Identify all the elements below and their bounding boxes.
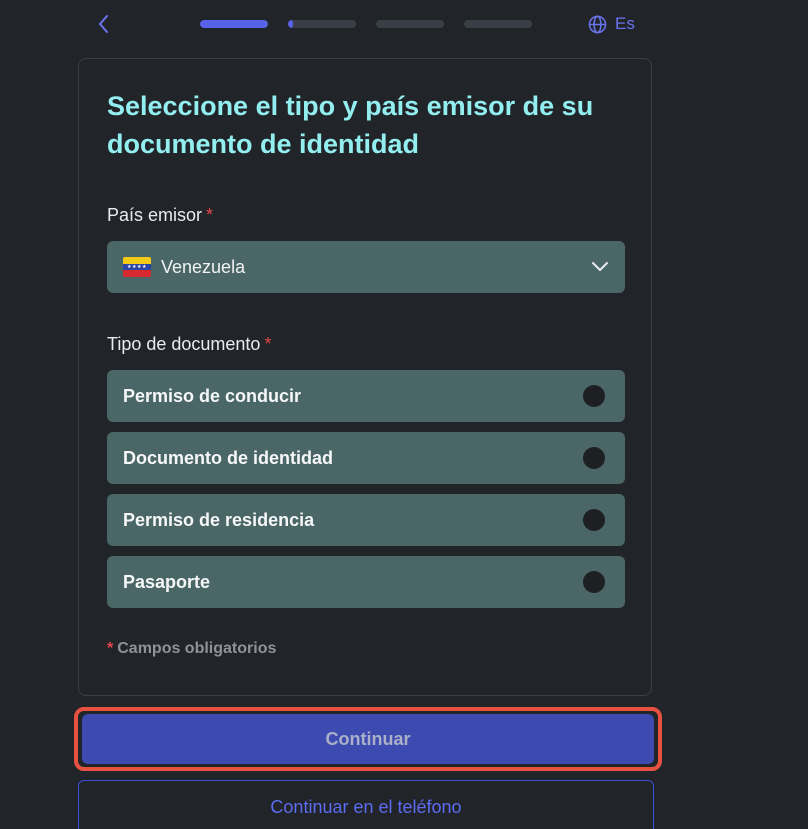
- radio-button[interactable]: [583, 447, 605, 469]
- progress-indicator: [200, 20, 532, 28]
- document-option-drivers-license[interactable]: Permiso de conducir: [107, 370, 625, 422]
- language-label: Es: [615, 14, 635, 33]
- document-option-passport[interactable]: Pasaporte: [107, 556, 625, 608]
- continue-on-phone-button[interactable]: Continuar en el teléfono: [78, 780, 654, 829]
- chevron-down-icon: [592, 262, 608, 271]
- progress-step: [200, 20, 268, 28]
- country-label-text: País emisor: [107, 205, 203, 225]
- venezuela-flag-icon: ★★★★: [123, 257, 151, 277]
- required-asterisk: *: [206, 205, 214, 225]
- option-label: Documento de identidad: [123, 447, 334, 468]
- document-option-identity-card[interactable]: Documento de identidad: [107, 432, 625, 484]
- continue-button[interactable]: Continuar: [82, 714, 654, 764]
- language-selector[interactable]: Es: [588, 12, 635, 36]
- option-label: Permiso de residencia: [123, 509, 315, 530]
- progress-step: [376, 20, 444, 28]
- progress-step: [464, 20, 532, 28]
- document-option-residence-permit[interactable]: Permiso de residencia: [107, 494, 625, 546]
- country-select-value: Venezuela: [161, 256, 246, 277]
- required-note-text: Campos obligatorios: [117, 640, 277, 657]
- identity-document-page: Es Seleccione el tipo y país emisor de s…: [0, 0, 808, 829]
- required-asterisk: *: [107, 640, 114, 657]
- option-label: Pasaporte: [123, 571, 211, 592]
- radio-button[interactable]: [583, 385, 605, 407]
- progress-step: [288, 20, 356, 28]
- option-label: Permiso de conducir: [123, 385, 302, 406]
- radio-button[interactable]: [583, 571, 605, 593]
- form-card: Seleccione el tipo y país emisor de su d…: [78, 58, 652, 696]
- document-type-label: Tipo de documento *: [107, 334, 271, 355]
- back-button[interactable]: [92, 12, 116, 36]
- radio-button[interactable]: [583, 509, 605, 531]
- country-label: País emisor *: [107, 205, 213, 226]
- document-type-label-text: Tipo de documento: [107, 334, 261, 354]
- globe-icon: [588, 15, 607, 33]
- chevron-left-icon: [99, 15, 108, 33]
- required-fields-note: * Campos obligatorios: [107, 640, 276, 658]
- country-select[interactable]: ★★★★ Venezuela: [107, 241, 625, 293]
- page-title: Seleccione el tipo y país emisor de su d…: [107, 91, 594, 159]
- required-asterisk: *: [264, 334, 272, 354]
